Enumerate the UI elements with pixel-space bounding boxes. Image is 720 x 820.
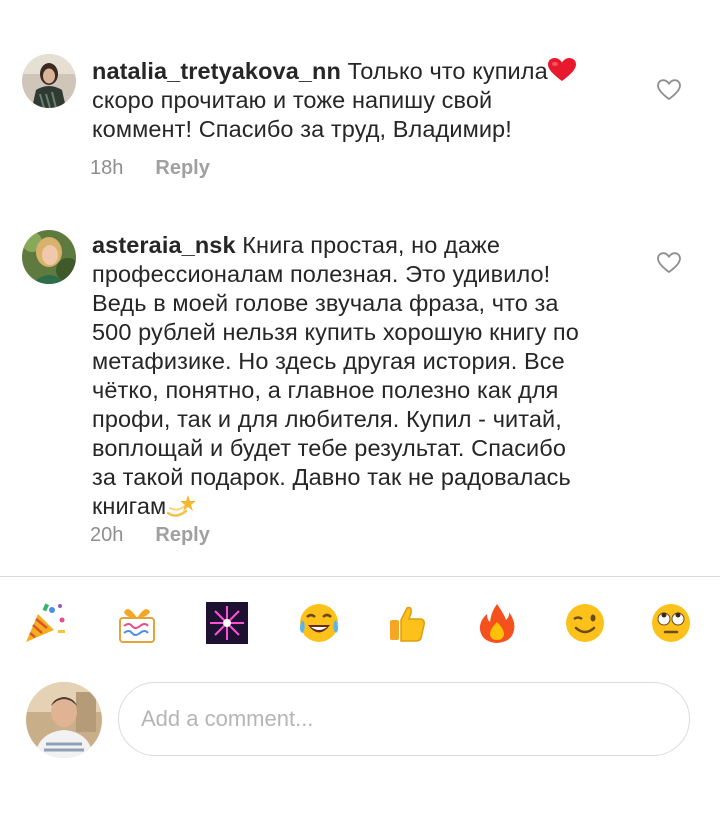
- party-popper-icon[interactable]: [22, 600, 68, 646]
- avatar: [26, 682, 102, 758]
- comment-text-line: метафизике. Но здесь другая история. Все: [92, 348, 565, 374]
- comment-text-line: 500 рублей нельзя купить хорошую книгу п…: [92, 319, 579, 345]
- comment-timestamp: 20h: [90, 524, 124, 546]
- comment-meta: 18h Reply: [90, 157, 210, 180]
- reply-button[interactable]: Reply: [155, 157, 209, 180]
- comment-text-line: книгам: [92, 493, 167, 519]
- fire-icon[interactable]: [474, 600, 520, 646]
- avatar[interactable]: [22, 230, 76, 284]
- reply-button[interactable]: Reply: [155, 524, 209, 547]
- avatar[interactable]: [22, 54, 76, 108]
- red-heart-icon: [547, 58, 576, 82]
- comment-text-line: за такой подарок. Давно так не радовалас…: [92, 464, 571, 490]
- comment-username[interactable]: asteraia_nsk: [92, 232, 236, 258]
- comment-text: Только что купила: [340, 58, 548, 84]
- emoji-reaction-bar: [0, 600, 720, 650]
- comment-body: natalia_tretyakova_nn Только что купила …: [92, 57, 652, 144]
- comment-text-line: Ведь в моей голове звучала фраза, что за: [92, 290, 559, 316]
- thumbs-up-icon[interactable]: [384, 600, 430, 646]
- winking-face-icon[interactable]: [562, 600, 608, 646]
- add-comment-input[interactable]: [118, 682, 690, 756]
- comment-username[interactable]: natalia_tretyakova_nn: [92, 58, 341, 84]
- eye-roll-face-icon[interactable]: [648, 600, 694, 646]
- wrapped-gift-icon[interactable]: [114, 600, 160, 646]
- comment-text-line: скоро прочитаю и тоже напишу свой: [92, 87, 493, 113]
- comment-text-line: воплощай и будет тебе результат. Спасибо: [92, 435, 567, 461]
- comment-item: natalia_tretyakova_nn Только что купила …: [0, 0, 720, 200]
- like-heart-icon[interactable]: [656, 77, 682, 103]
- comment-text-line: чётко, понятно, а главное полезно как дл…: [92, 377, 559, 403]
- fireworks-icon[interactable]: [204, 600, 250, 646]
- comment-text-line: профессионалам полезная. Это удивило!: [92, 261, 551, 287]
- comment-text-line: профи, так и для любителя. Купил - читай…: [92, 406, 562, 432]
- tears-of-joy-icon[interactable]: [296, 600, 342, 646]
- comment-text: Книга простая, но даже: [235, 232, 501, 258]
- divider: [0, 576, 720, 577]
- comment-composer: [0, 670, 720, 770]
- comment-meta: 20h Reply: [90, 524, 210, 547]
- dizzy-star-icon: [166, 493, 197, 519]
- comment-body: asteraia_nsk Книга простая, но даже проф…: [92, 231, 652, 521]
- comment-item: asteraia_nsk Книга простая, но даже проф…: [0, 200, 720, 570]
- comment-timestamp: 18h: [90, 157, 124, 179]
- like-heart-icon[interactable]: [656, 250, 682, 276]
- comment-text-line: коммент! Спасибо за труд, Владимир!: [92, 116, 512, 142]
